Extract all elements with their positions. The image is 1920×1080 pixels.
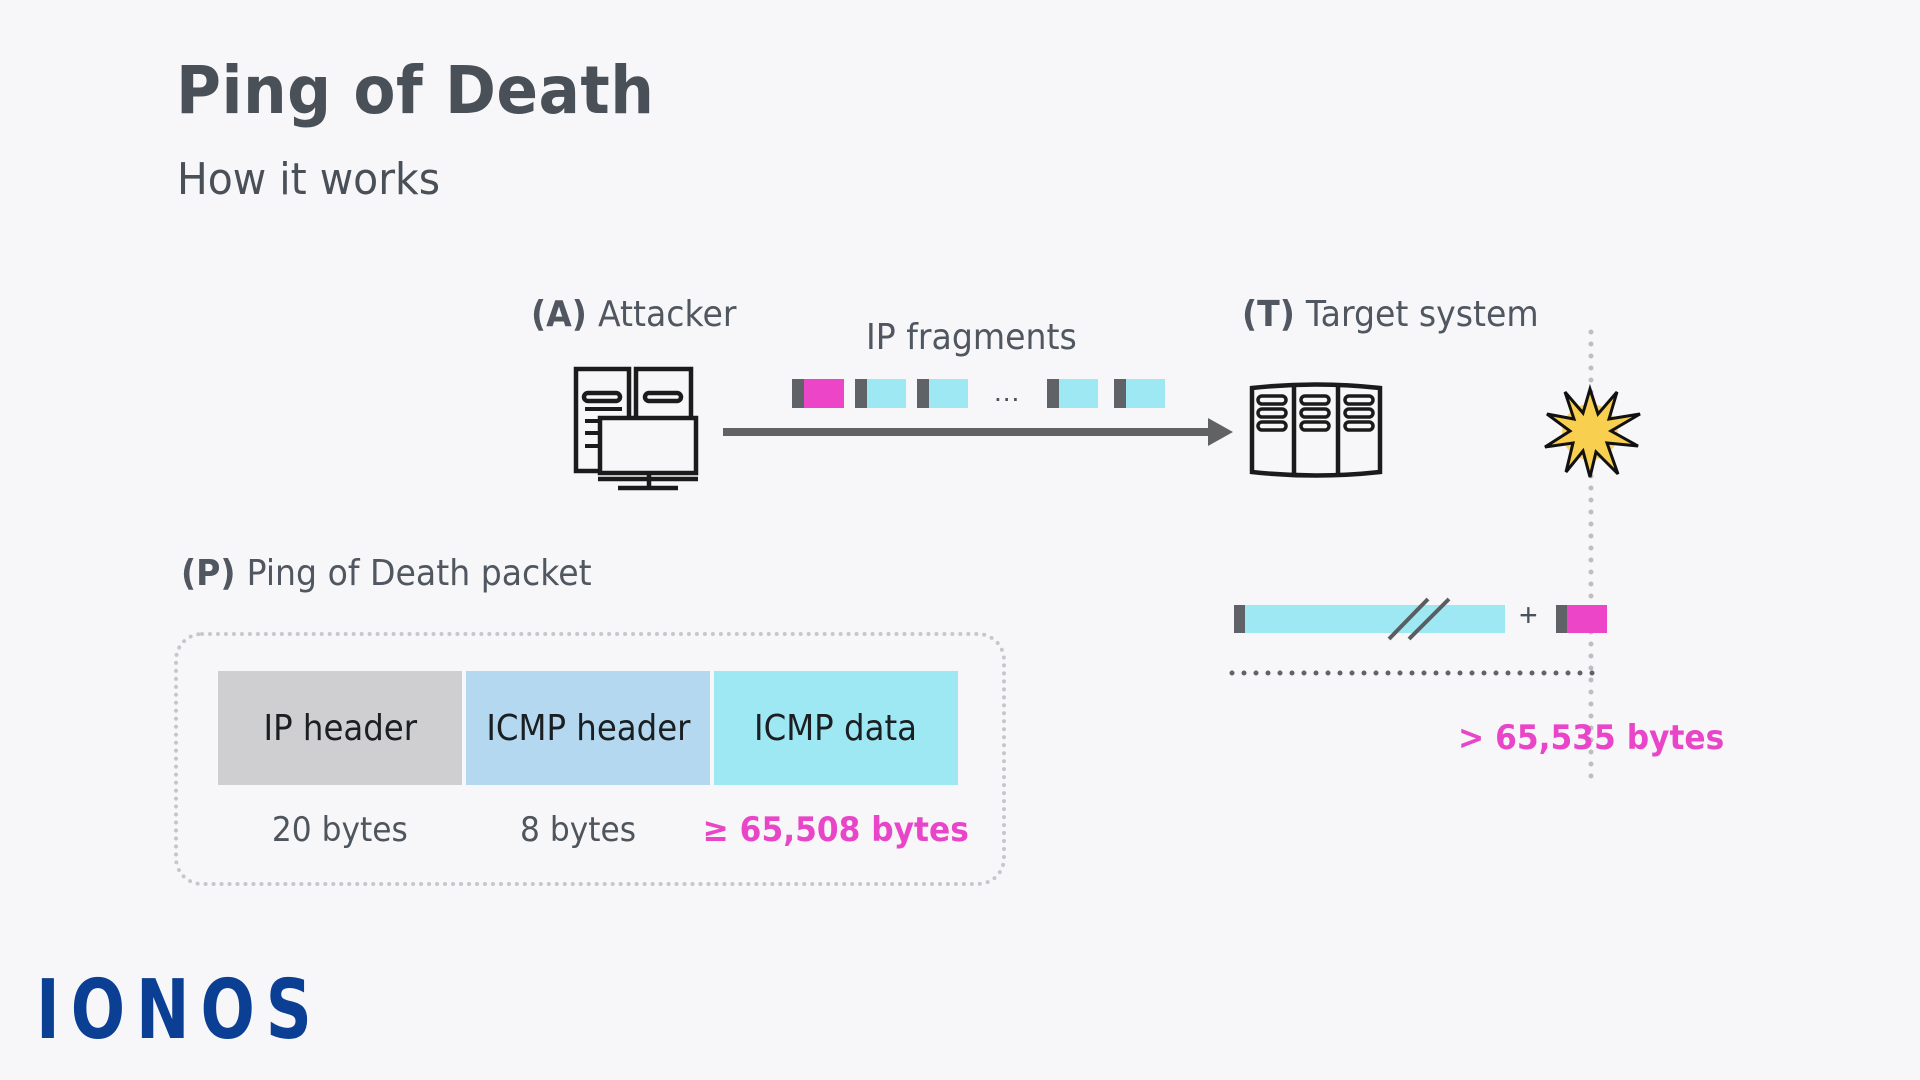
- extra-fragment: [1556, 605, 1607, 633]
- reassembled-packet-bar: [1234, 597, 1505, 641]
- brand-logo: IONOS: [36, 963, 323, 1058]
- segment-ip-header: IP header: [218, 671, 462, 785]
- segment-name: IP header: [263, 707, 417, 749]
- server-rack-icon: [1249, 382, 1383, 478]
- segment-size-text: 8 bytes: [519, 810, 637, 850]
- segment-icmp-data: ICMP data: [714, 671, 958, 785]
- segment-size-text: 20 bytes: [272, 810, 408, 850]
- explosion-icon: [1544, 383, 1641, 478]
- plus-sign: +: [1519, 597, 1538, 633]
- packet-tag: (P): [181, 553, 236, 594]
- transfer-arrow: [723, 418, 1233, 446]
- segment-size-text: ≥ 65,508 bytes: [702, 810, 970, 850]
- segment-size: 8 bytes: [456, 808, 700, 852]
- segment-name: ICMP header: [485, 707, 691, 749]
- packet-label: (P) Ping of Death packet: [181, 556, 592, 592]
- computer-workstation-icon: [573, 366, 699, 491]
- segment-name: ICMP data: [754, 707, 918, 749]
- segment-icmp-header: ICMP header: [466, 671, 710, 785]
- packet-name: Ping of Death packet: [246, 553, 592, 594]
- total-size-label: > 65,535 bytes: [1458, 718, 1725, 758]
- segment-size: 20 bytes: [218, 808, 462, 852]
- diagram-graphics: [573, 329, 1641, 783]
- segment-size-highlight: ≥ 65,508 bytes: [703, 808, 969, 852]
